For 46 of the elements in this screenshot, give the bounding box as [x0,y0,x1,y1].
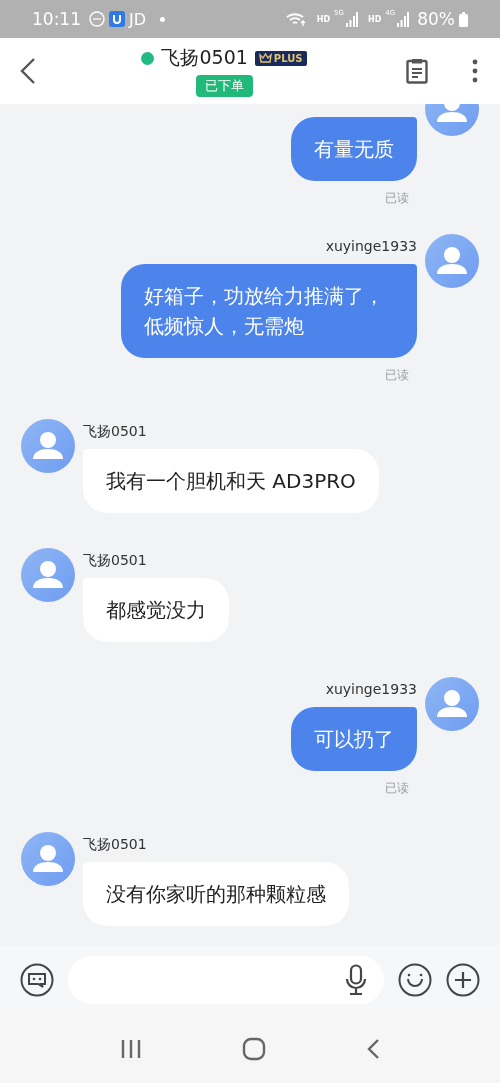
battery-icon [459,11,468,27]
notification-dot-icon [160,16,166,22]
contact-name: 飞扬0501 [161,45,248,70]
app-notification-icon [109,11,125,27]
sender-name: 飞扬0501 [83,422,147,441]
notification-badge-icon [89,11,105,27]
message-bubble: 都感觉没力 [83,578,229,642]
message-input-field[interactable] [68,956,384,1004]
message-bubble: 可以扔了 [291,707,417,771]
read-receipt: 已读 [385,780,409,797]
home-icon[interactable] [242,1037,266,1061]
network-label: HD [316,14,331,24]
avatar-icon[interactable] [21,548,75,602]
sender-name: xuyinge1933 [325,680,417,699]
avatar-icon[interactable] [21,419,75,473]
membership-label: PLUS [273,52,303,64]
clipboard-icon[interactable] [406,58,428,84]
signal-icon [345,11,358,27]
back-icon[interactable] [20,57,36,85]
signal-icon [397,11,410,27]
recent-apps-icon[interactable] [120,1039,142,1059]
message-bubble: 好箱子，功放给力推满了，低频惊人，无需炮 [121,264,417,358]
avatar-icon[interactable] [425,234,479,288]
read-receipt: 已读 [385,190,409,207]
status-time: 10:11 [32,9,81,29]
network-label: HD [367,14,382,24]
emoji-icon[interactable] [398,963,432,997]
app-label: JD [129,9,147,29]
battery-percent: 80% [417,9,455,29]
read-receipt: 已读 [385,367,409,384]
message-bubble: 没有你家听的那种颗粒感 [83,862,349,926]
avatar-icon[interactable] [425,677,479,731]
back-icon[interactable] [366,1038,380,1060]
chat-icon[interactable] [20,963,54,997]
sender-name: 飞扬0501 [83,835,147,854]
more-icon[interactable] [472,59,478,83]
add-icon[interactable] [446,963,480,997]
sender-name: 飞扬0501 [83,551,147,570]
sender-name: xuyinge1933 [325,237,417,256]
wifi-icon [284,11,307,27]
message-bubble: 我有一个胆机和天 AD3PRO [83,449,379,513]
crown-icon [258,53,272,63]
message-bubble: 有量无质 [291,117,417,181]
microphone-icon[interactable] [345,964,367,996]
order-status-tag: 已下单 [195,75,253,97]
avatar-icon[interactable] [21,832,75,886]
